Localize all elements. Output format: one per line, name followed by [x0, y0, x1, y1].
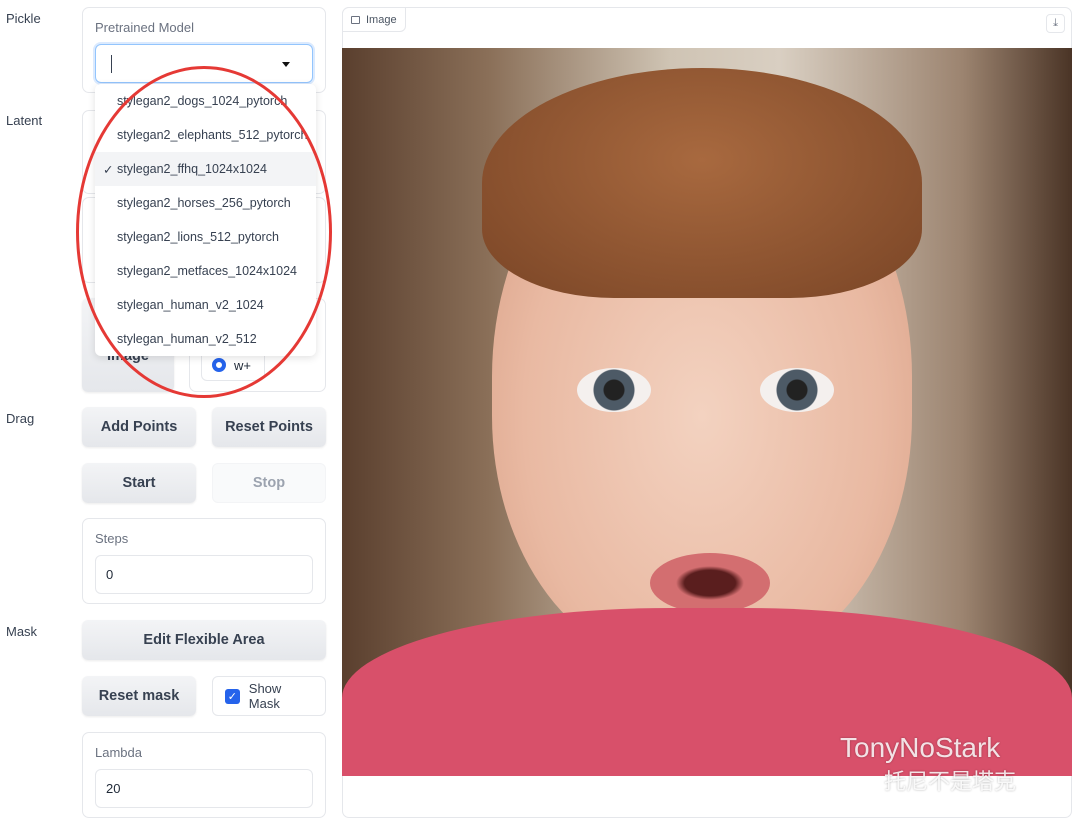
- model-option-label: stylegan2_horses_256_pytorch: [117, 196, 291, 210]
- section-pickle: Pickle: [6, 11, 41, 26]
- model-option-label: stylegan2_dogs_1024_pytorch: [117, 94, 288, 108]
- generated-image[interactable]: [342, 48, 1072, 776]
- model-option[interactable]: stylegan_human_v2_512: [95, 322, 316, 356]
- check-icon: ✓: [103, 162, 114, 177]
- pretrained-model-label: Pretrained Model: [95, 20, 194, 35]
- lambda-input[interactable]: 20: [95, 769, 313, 808]
- download-icon[interactable]: ⤓: [1046, 14, 1065, 33]
- image-icon: [351, 15, 360, 24]
- model-option-label: stylegan2_ffhq_1024x1024: [117, 162, 267, 176]
- show-mask-checkbox[interactable]: ✓ Show Mask: [212, 676, 326, 716]
- add-points-button[interactable]: Add Points: [82, 407, 196, 447]
- model-option-label: stylegan_human_v2_1024: [117, 298, 264, 312]
- model-option[interactable]: stylegan2_metfaces_1024x1024: [95, 254, 316, 288]
- model-option[interactable]: stylegan2_horses_256_pytorch: [95, 186, 316, 220]
- text-cursor: [111, 54, 112, 73]
- pretrained-model-dropdown[interactable]: [95, 44, 313, 83]
- show-mask-label: Show Mask: [248, 681, 282, 711]
- model-option-label: stylegan2_elephants_512_pytorch: [117, 128, 308, 142]
- watermark-line2: 托尼不是塔克: [884, 769, 1017, 794]
- edit-flexible-area-button[interactable]: Edit Flexible Area: [82, 620, 326, 660]
- model-option[interactable]: stylegan_human_v2_1024: [95, 288, 316, 322]
- start-button[interactable]: Start: [82, 463, 196, 503]
- hair: [482, 68, 922, 298]
- image-tab-text: Image: [366, 13, 397, 26]
- reset-points-button[interactable]: Reset Points: [212, 407, 326, 447]
- steps-input[interactable]: 0: [95, 555, 313, 594]
- watermark-line1: TonyNoStark: [840, 732, 1001, 763]
- eye-right: [760, 368, 834, 412]
- lambda-label: Lambda: [95, 745, 142, 760]
- checkbox-checked-icon: ✓: [225, 688, 240, 704]
- model-option-label: stylegan_human_v2_512: [117, 332, 257, 346]
- model-option[interactable]: ✓ stylegan2_ffhq_1024x1024: [95, 152, 316, 186]
- section-drag: Drag: [6, 411, 35, 426]
- watermark: TonyNoStark 托尼不是塔克: [840, 732, 1016, 796]
- model-option[interactable]: stylegan2_elephants_512_pytorch: [95, 118, 316, 152]
- steps-label: Steps: [95, 531, 129, 546]
- section-latent: Latent: [6, 113, 43, 128]
- image-tab-label: Image: [342, 7, 406, 32]
- model-options-list: stylegan2_dogs_1024_pytorch stylegan2_ele…: [95, 84, 316, 356]
- caret-down-icon: [282, 62, 290, 67]
- radio-selected-icon: [212, 358, 226, 372]
- mouth: [650, 553, 770, 613]
- model-option[interactable]: stylegan2_dogs_1024_pytorch: [95, 84, 316, 118]
- model-option-label: stylegan2_metfaces_1024x1024: [117, 264, 297, 278]
- reset-mask-button[interactable]: Reset mask: [82, 676, 196, 716]
- model-option[interactable]: stylegan2_lions_512_pytorch: [95, 220, 316, 254]
- model-option-label: stylegan2_lions_512_pytorch: [117, 230, 279, 244]
- radio-label: w+: [234, 357, 251, 373]
- eye-left: [577, 368, 651, 412]
- stop-button[interactable]: Stop: [212, 463, 326, 503]
- section-mask: Mask: [6, 624, 38, 639]
